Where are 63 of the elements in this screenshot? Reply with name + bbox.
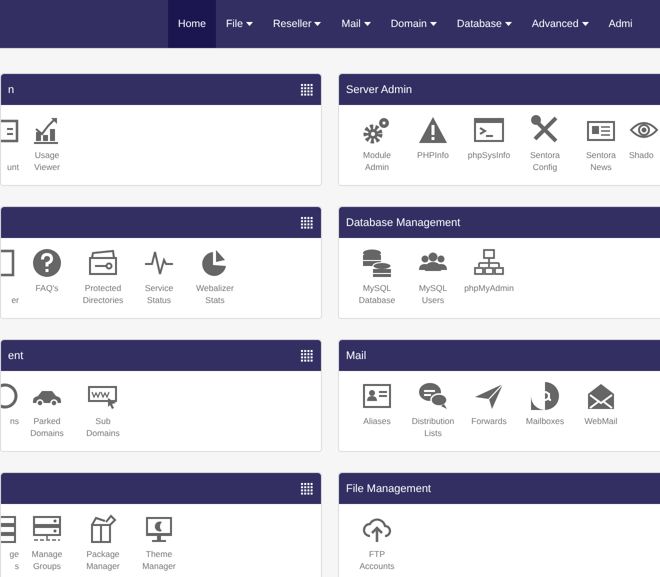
item-label[interactable]: unt [7,149,19,173]
item-label[interactable]: ge s [10,548,19,572]
grid-icon[interactable] [301,216,313,228]
item-label[interactable]: Theme Manager [142,548,176,572]
open-envelope-icon[interactable] [586,381,616,411]
item-label[interactable]: Aliases [363,415,391,427]
grid-icon[interactable] [301,84,313,96]
panel-title: Server Admin [346,84,412,96]
monitor-moon-icon[interactable] [144,514,174,544]
grid-icon[interactable] [301,482,313,494]
item-label[interactable]: ns [10,415,19,427]
servers-icon[interactable] [32,514,62,544]
item-label[interactable]: Distribution Lists [412,415,454,439]
nav-menu-item[interactable]: Domain [380,0,447,48]
paper-plane-icon[interactable] [474,381,504,411]
item-label[interactable]: MySQL Users [418,282,448,306]
panel-title: ent [8,350,24,362]
item-label[interactable]: phpMyAdmin [464,282,514,294]
warning-icon[interactable] [418,115,448,145]
item-label[interactable]: MySQL Database [358,282,396,306]
gears-icon[interactable] [362,115,392,145]
nav-menu-item[interactable]: File [216,0,263,48]
item-label[interactable]: Shado [629,149,654,161]
panel-title: File Management [346,482,431,494]
nav-menu-item[interactable]: Reseller [262,0,332,48]
panel-title: Mail [346,350,366,362]
item-label[interactable]: Usage Viewer [34,149,60,173]
server-icon[interactable] [1,514,19,544]
open-box-icon[interactable] [88,514,118,544]
panel-title: n [8,84,14,96]
item-label[interactable]: er [11,282,19,306]
item-label[interactable]: Webalizer Stats [196,282,234,306]
nav-menu-item[interactable]: Admi [598,0,642,48]
item-label[interactable]: FTP Accounts [360,548,394,572]
item-label[interactable]: Parked Domains [30,415,64,439]
question-icon[interactable] [32,248,62,278]
item-label[interactable]: Protected Directories [82,282,124,306]
item-label[interactable]: WebMail [584,415,618,427]
item-label[interactable]: Mailboxes [526,415,564,427]
item-label[interactable]: Module Admin [363,149,391,173]
item-label[interactable]: Sub Domains [86,415,120,439]
panel-title: Database Management [346,216,460,228]
terminal-icon[interactable] [474,115,504,145]
nav-menu-item[interactable]: Database [446,0,522,48]
nav-menu-item[interactable]: Advanced [522,0,599,48]
contact-card-icon[interactable] [362,381,392,411]
tools-icon[interactable] [530,115,560,145]
sitemap-icon[interactable] [474,248,504,278]
nav-menu-item[interactable]: Home [168,0,216,48]
chat-bubbles-icon[interactable] [418,381,448,411]
item-label[interactable]: Service Status [144,282,174,306]
item-label[interactable]: phpSysInfo [468,149,510,161]
item-label[interactable]: FAQ's [36,282,58,294]
item-label[interactable]: Manage Groups [32,548,62,572]
item-label[interactable]: PHPInfo [417,149,449,161]
nav-menu-item[interactable]: Mail [331,0,381,48]
item-label[interactable]: Forwards [471,415,507,427]
database-icon[interactable] [362,248,392,278]
folder-key-icon[interactable] [88,248,118,278]
grid-icon[interactable] [301,350,313,362]
item-label[interactable]: Sentora News [586,149,616,173]
item-label[interactable]: Package Manager [86,548,120,572]
item-label[interactable]: Sentora Config [530,149,560,173]
